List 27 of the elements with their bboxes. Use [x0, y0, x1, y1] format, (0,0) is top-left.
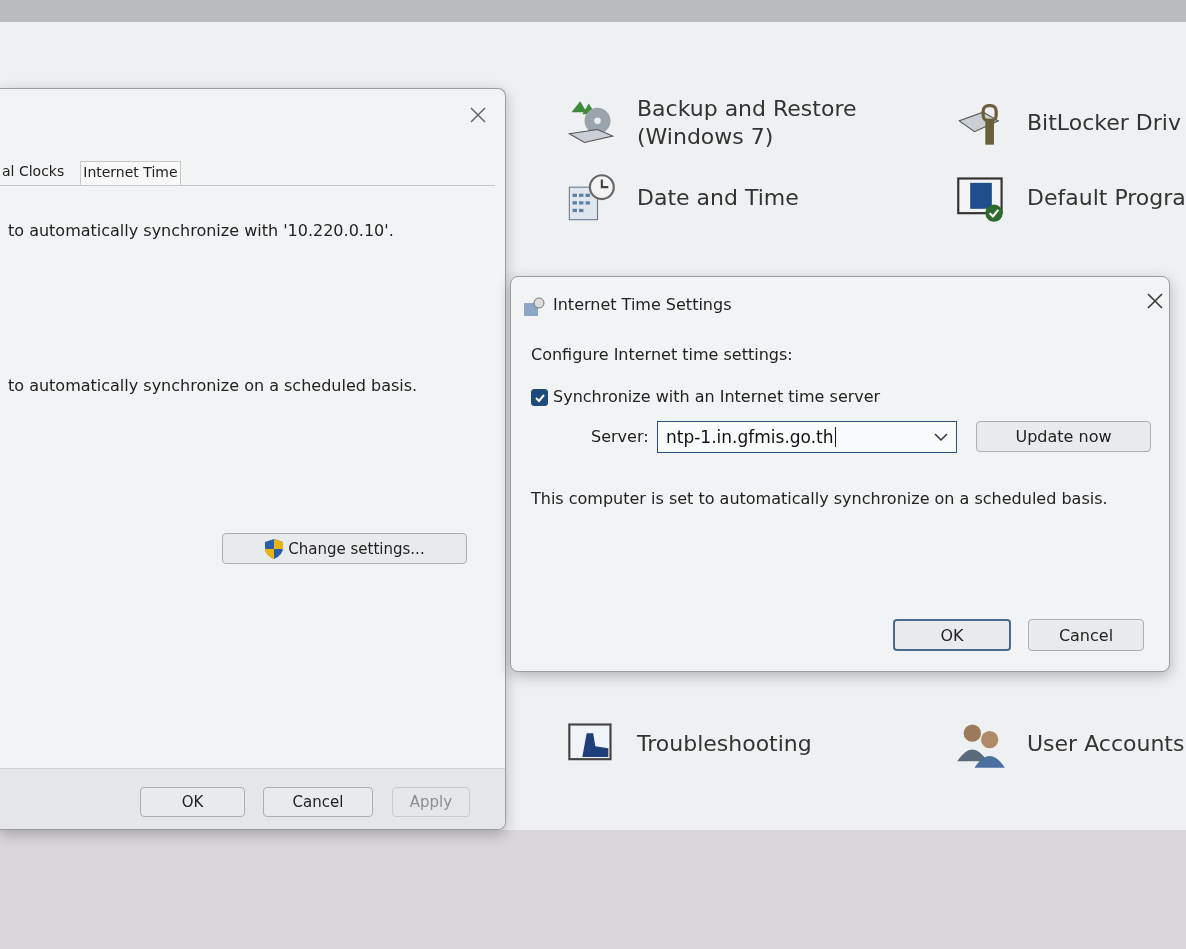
change-settings-button[interactable]: Change settings... — [222, 533, 467, 564]
control-panel-item[interactable]: Date and Time — [565, 172, 955, 224]
close-icon[interactable] — [1147, 293, 1163, 309]
server-label: Server: — [591, 427, 649, 446]
dialog-button[interactable]: OK — [140, 787, 245, 817]
tab[interactable]: Internet Time — [80, 161, 181, 185]
status-text: This computer is set to automatically synchronize on a scheduled basis. — [531, 489, 1108, 508]
status-text: to automatically synchronize on a scheduled basis. — [8, 376, 418, 395]
dialog-button[interactable]: Cancel — [1028, 619, 1144, 651]
checkbox-label: Synchronize with an Internet time server — [553, 387, 881, 406]
update-now-button[interactable]: Update now — [976, 421, 1151, 452]
control-panel-item[interactable]: BitLocker Driv — [955, 95, 1186, 150]
tab[interactable]: al Clocks — [0, 161, 67, 185]
control-panel-item[interactable]: Troubleshooting — [565, 718, 955, 770]
control-panel-item[interactable]: Default Progra — [955, 172, 1186, 224]
status-text: to automatically synchronize with '10.220.0.10'. — [8, 221, 394, 240]
close-icon[interactable] — [470, 107, 486, 123]
checkbox[interactable] — [531, 389, 548, 406]
server-combo-box[interactable]: ntp-1.in.gfmis.go.th — [657, 421, 957, 453]
shield-icon — [264, 537, 285, 560]
control-panel-item[interactable]: User Accounts — [955, 718, 1186, 770]
dialog-button[interactable]: Cancel — [263, 787, 373, 817]
heading-text: Configure Internet time settings: — [531, 345, 793, 364]
dialog-button[interactable]: OK — [893, 619, 1011, 651]
dialog-title: Internet Time Settings — [553, 295, 732, 314]
control-panel-item[interactable]: Backup and Restore (Windows 7) — [565, 95, 955, 150]
calendar-clock-icon — [523, 297, 545, 317]
